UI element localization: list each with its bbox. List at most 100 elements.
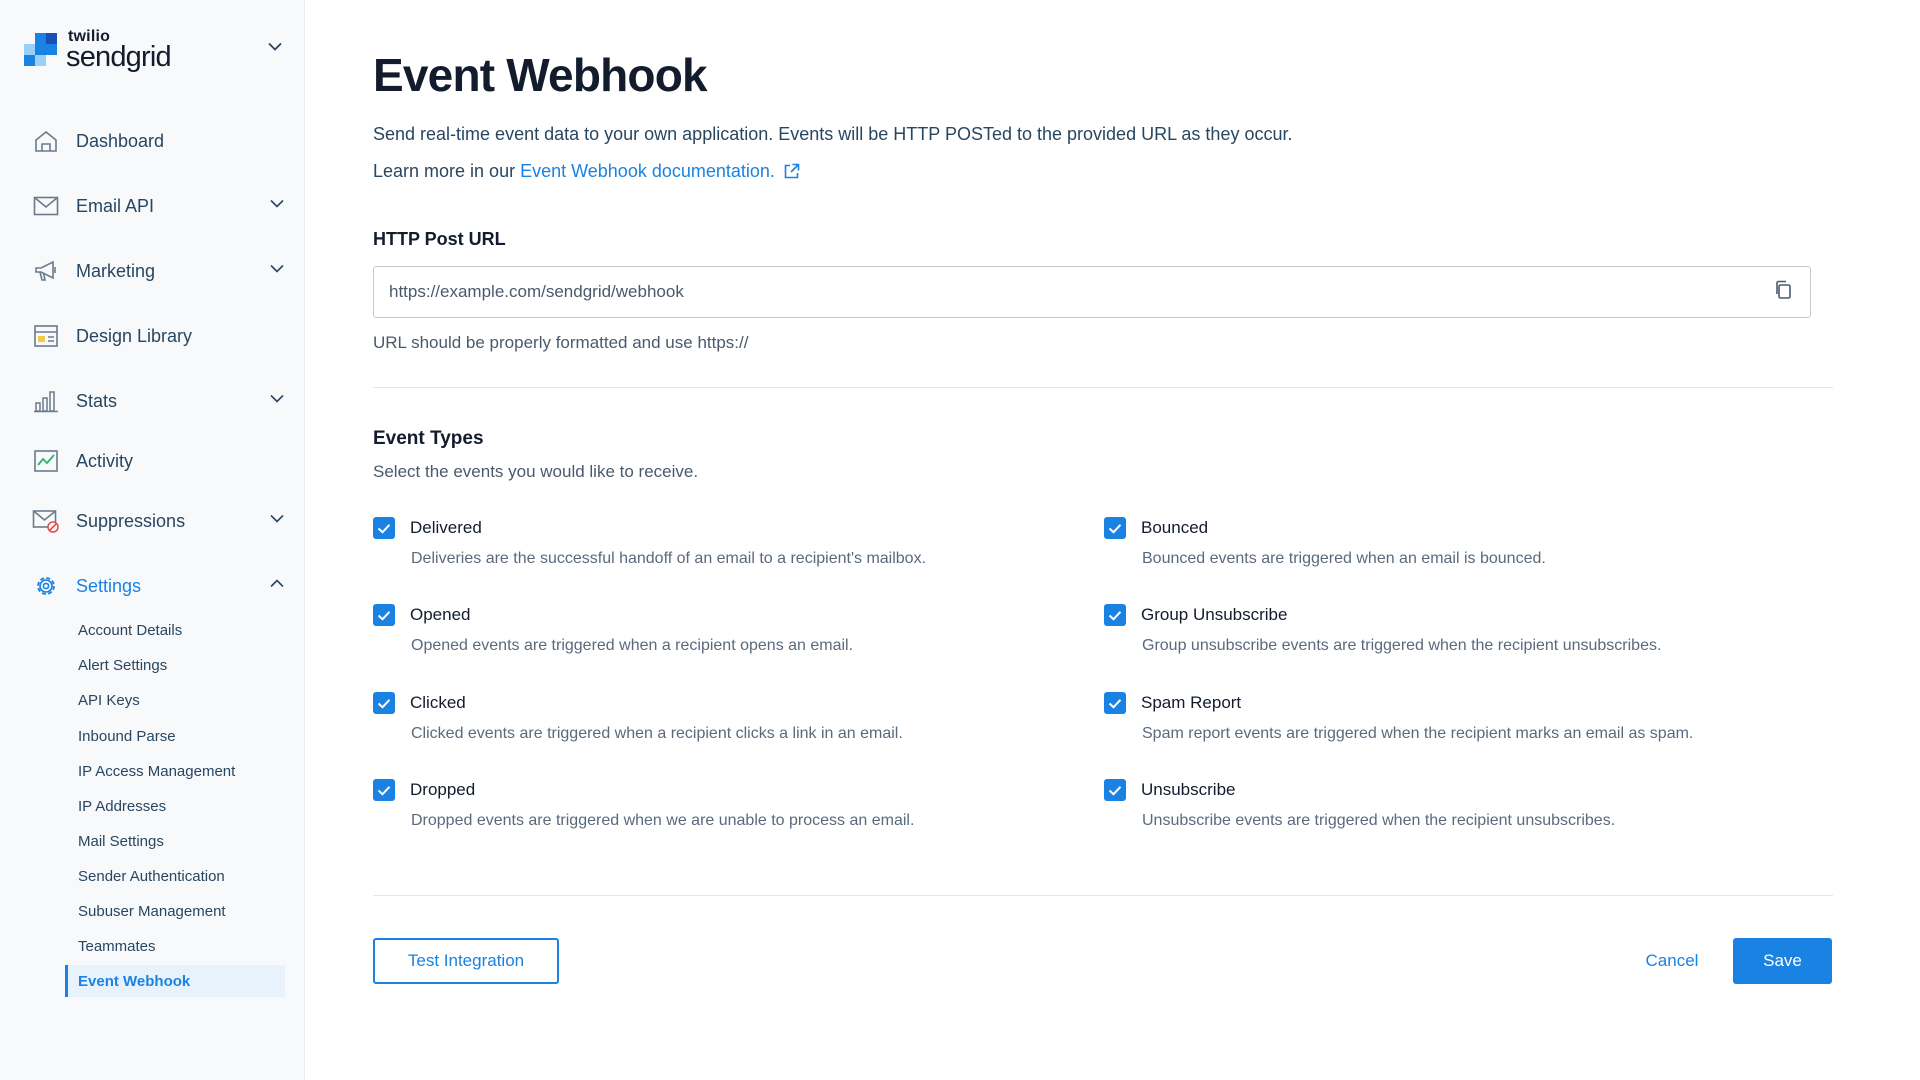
- home-icon: [32, 127, 60, 155]
- event-name: Unsubscribe: [1141, 780, 1236, 799]
- chevron-down-icon: [270, 264, 284, 273]
- layout-icon: [32, 322, 60, 350]
- external-link-icon[interactable]: [783, 163, 800, 180]
- sidebar-item-settings[interactable]: Settings: [32, 566, 284, 606]
- event-description: Deliveries are the successful handoff of…: [411, 550, 927, 567]
- sidebar-item-stats[interactable]: Stats: [32, 381, 284, 421]
- checkmark-icon: [377, 698, 391, 709]
- settings-item-ip-access-management[interactable]: IP Access Management: [65, 755, 285, 787]
- url-field-label: HTTP Post URL: [373, 229, 506, 249]
- event-types-title: Event Types: [373, 428, 484, 449]
- learn-more-prefix: Learn more in our: [373, 161, 516, 181]
- sidebar-item-design-library[interactable]: Design Library: [32, 316, 284, 356]
- event-unsubscribe: Unsubscribe Unsubscribe events are trigg…: [1104, 778, 1615, 830]
- http-post-url-input[interactable]: [373, 266, 1811, 318]
- dropped-checkbox[interactable]: [373, 779, 395, 801]
- checkmark-icon: [377, 523, 391, 534]
- opened-checkbox[interactable]: [373, 604, 395, 626]
- settings-item-api-keys[interactable]: API Keys: [65, 684, 285, 716]
- sidebar-item-label: Dashboard: [76, 130, 165, 151]
- event-name: Delivered: [410, 518, 482, 537]
- test-integration-button[interactable]: Test Integration: [373, 938, 559, 984]
- sidebar-item-marketing[interactable]: Marketing: [32, 251, 284, 291]
- sidebar-item-label: Stats: [76, 390, 118, 411]
- event-dropped: Dropped Dropped events are triggered whe…: [373, 778, 914, 830]
- sidebar-item-label: Activity: [76, 450, 134, 471]
- event-name: Dropped: [410, 780, 476, 799]
- checkmark-icon: [1108, 523, 1122, 534]
- envelope-blocked-icon: [32, 507, 60, 535]
- settings-item-mail-settings[interactable]: Mail Settings: [65, 825, 285, 857]
- event-types-subtitle: Select the events you would like to rece…: [373, 462, 699, 481]
- checkmark-icon: [1108, 785, 1122, 796]
- settings-item-teammates[interactable]: Teammates: [65, 930, 285, 962]
- chevron-down-icon: [270, 514, 284, 523]
- checkmark-icon: [1108, 610, 1122, 621]
- event-description: Dropped events are triggered when we are…: [411, 812, 915, 829]
- event-clicked: Clicked Clicked events are triggered whe…: [373, 691, 903, 743]
- settings-item-subuser-management[interactable]: Subuser Management: [65, 895, 285, 927]
- event-opened: Opened Opened events are triggered when …: [373, 603, 853, 655]
- settings-item-ip-addresses[interactable]: IP Addresses: [65, 790, 285, 822]
- event-bounced: Bounced Bounced events are triggered whe…: [1104, 516, 1546, 568]
- event-description: Group unsubscribe events are triggered w…: [1142, 637, 1662, 654]
- spam-report-checkbox[interactable]: [1104, 692, 1126, 714]
- clicked-checkbox[interactable]: [373, 692, 395, 714]
- bar-chart-icon: [32, 387, 60, 415]
- sidebar-item-suppressions[interactable]: Suppressions: [32, 501, 284, 541]
- bounced-checkbox[interactable]: [1104, 517, 1126, 539]
- event-name: Clicked: [410, 693, 466, 712]
- sendgrid-logo-icon: [24, 33, 58, 67]
- event-name: Opened: [410, 605, 471, 624]
- activity-icon: [32, 447, 60, 475]
- event-name: Bounced: [1141, 518, 1209, 537]
- settings-item-sender-authentication[interactable]: Sender Authentication: [65, 860, 285, 892]
- group-unsubscribe-checkbox[interactable]: [1104, 604, 1126, 626]
- divider: [373, 895, 1833, 896]
- event-description: Unsubscribe events are triggered when th…: [1142, 812, 1616, 829]
- unsubscribe-checkbox[interactable]: [1104, 779, 1126, 801]
- save-button[interactable]: Save: [1733, 938, 1832, 984]
- account-chevron-down-icon[interactable]: [268, 42, 282, 51]
- delivered-checkbox[interactable]: [373, 517, 395, 539]
- gear-icon: [32, 572, 60, 600]
- event-description: Spam report events are triggered when th…: [1142, 725, 1694, 742]
- event-spam-report: Spam Report Spam report events are trigg…: [1104, 691, 1693, 743]
- cancel-button[interactable]: Cancel: [1622, 943, 1722, 979]
- sidebar-item-label: Settings: [76, 575, 142, 596]
- event-group-unsubscribe: Group Unsubscribe Group unsubscribe even…: [1104, 603, 1661, 655]
- sidebar-item-email-api[interactable]: Email API: [32, 186, 284, 226]
- event-name: Group Unsubscribe: [1141, 605, 1288, 624]
- page-title: Event Webhook: [373, 49, 708, 101]
- event-description: Clicked events are triggered when a reci…: [411, 725, 903, 742]
- chevron-down-icon: [270, 199, 284, 208]
- chevron-up-icon: [270, 579, 284, 588]
- event-name: Spam Report: [1141, 693, 1242, 712]
- sidebar-item-label: Email API: [76, 195, 155, 216]
- documentation-link[interactable]: Event Webhook documentation.: [520, 161, 775, 182]
- checkmark-icon: [1108, 698, 1122, 709]
- sidebar: twilio sendgrid Dashboard Email API Mark…: [0, 0, 305, 1080]
- sidebar-item-label: Suppressions: [76, 510, 186, 531]
- checkmark-icon: [377, 785, 391, 796]
- sidebar-item-dashboard[interactable]: Dashboard: [32, 121, 284, 161]
- settings-item-alert-settings[interactable]: Alert Settings: [65, 649, 285, 681]
- page-description: Send real-time event data to your own ap…: [373, 124, 1293, 144]
- checkmark-icon: [377, 610, 391, 621]
- sidebar-item-activity[interactable]: Activity: [32, 441, 284, 481]
- learn-more-line: Learn more in our Event Webhook document…: [373, 161, 800, 182]
- divider: [373, 387, 1833, 388]
- event-description: Opened events are triggered when a recip…: [411, 637, 854, 654]
- brand-logo[interactable]: twilio sendgrid: [24, 28, 172, 72]
- chevron-down-icon: [270, 394, 284, 403]
- settings-item-account-details[interactable]: Account Details: [65, 614, 285, 646]
- copy-icon[interactable]: [1774, 280, 1792, 305]
- settings-item-inbound-parse[interactable]: Inbound Parse: [65, 720, 285, 752]
- event-delivered: Delivered Deliveries are the successful …: [373, 516, 926, 568]
- url-helper-text: URL should be properly formatted and use…: [373, 333, 749, 352]
- settings-item-event-webhook[interactable]: Event Webhook: [65, 965, 285, 997]
- sidebar-item-label: Design Library: [76, 325, 193, 346]
- sidebar-item-label: Marketing: [76, 260, 156, 281]
- event-description: Bounced events are triggered when an ema…: [1142, 550, 1546, 567]
- megaphone-icon: [32, 257, 60, 285]
